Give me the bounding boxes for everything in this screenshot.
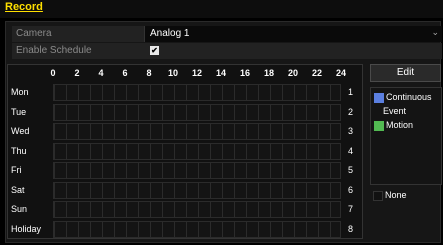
motion-swatch	[374, 121, 384, 131]
day-label: Thu	[11, 145, 27, 156]
day-row: Sun 7	[8, 200, 364, 219]
day-row: Tue 2	[8, 103, 364, 122]
day-label: Wed	[11, 126, 30, 136]
day-number: 6	[348, 184, 354, 195]
day-label: Fri	[11, 165, 22, 175]
day-number: 5	[348, 165, 354, 175]
day-number: 3	[348, 126, 354, 136]
title-bar: Record	[0, 0, 443, 18]
camera-label: Camera	[16, 28, 52, 39]
day-number: 2	[348, 106, 354, 117]
page-title[interactable]: Record	[5, 1, 43, 13]
hour-label: 20	[287, 68, 299, 78]
chevron-down-icon: ⌄	[431, 27, 439, 37]
continuous-swatch	[374, 93, 384, 103]
day-label: Mon	[11, 87, 29, 97]
hour-label: 18	[263, 68, 275, 78]
none-label: None	[385, 190, 407, 200]
day-number: 7	[348, 204, 354, 214]
hour-label: 6	[122, 68, 128, 78]
schedule-grid: 0 2 4 6 8 10 12 14 16 18 20 22 24 Mon 1 Tue 2 Wed 3 Thu 4 Fr…	[7, 64, 363, 239]
day-label: Holiday	[11, 223, 42, 234]
schedule-row: Enable Schedule ✔	[12, 43, 442, 59]
day-schedule-cells[interactable]	[53, 220, 341, 238]
hour-label: 8	[146, 68, 152, 78]
legend: Continuous Event Motion	[370, 87, 442, 185]
camera-row: Camera Analog 1 ⌄	[12, 26, 442, 42]
day-row: Mon 1	[8, 83, 364, 102]
camera-value: Analog 1	[150, 28, 190, 39]
day-row: Holiday 8	[8, 220, 364, 239]
day-schedule-cells[interactable]	[53, 162, 341, 179]
hour-label: 14	[215, 68, 227, 78]
none-swatch	[373, 191, 383, 201]
day-number: 8	[348, 223, 354, 234]
day-schedule-cells[interactable]	[53, 84, 341, 101]
hour-label: 12	[191, 68, 203, 78]
day-schedule-cells[interactable]	[53, 201, 341, 218]
enable-schedule-label: Enable Schedule	[16, 45, 92, 56]
day-row: Fri 5	[8, 161, 364, 180]
day-schedule-cells[interactable]	[53, 123, 341, 140]
hour-header: 0 2 4 6 8 10 12 14 16 18 20 22 24	[8, 65, 364, 83]
day-number: 4	[348, 145, 354, 156]
day-label: Tue	[11, 106, 27, 117]
legend-continuous[interactable]: Continuous	[374, 92, 443, 104]
continuous-label: Continuous	[386, 92, 432, 102]
hour-label: 24	[335, 68, 347, 78]
day-row: Thu 4	[8, 142, 364, 161]
edit-button[interactable]: Edit	[370, 64, 441, 82]
hour-label: 4	[98, 68, 104, 78]
motion-label: Motion	[386, 120, 414, 130]
day-schedule-cells[interactable]	[53, 142, 341, 160]
day-schedule-cells[interactable]	[53, 103, 341, 121]
legend-none[interactable]: None	[373, 190, 443, 202]
day-row: Sat 6	[8, 181, 364, 200]
day-label: Sun	[11, 204, 28, 214]
hour-label: 2	[74, 68, 80, 78]
day-row: Wed 3	[8, 122, 364, 141]
hour-label: 22	[311, 68, 323, 78]
right-panel: Edit Continuous Event Motion None	[370, 64, 442, 239]
day-number: 1	[348, 87, 354, 97]
enable-schedule-checkbox[interactable]: ✔	[150, 46, 159, 55]
hour-label: 0	[50, 68, 56, 78]
hour-label: 16	[239, 68, 251, 78]
event-label: Event	[383, 106, 407, 116]
camera-select[interactable]: Analog 1 ⌄	[144, 26, 442, 42]
legend-motion[interactable]: Motion	[374, 120, 443, 132]
day-schedule-cells[interactable]	[53, 181, 341, 199]
record-panel: Camera Analog 1 ⌄ Enable Schedule ✔ 0246…	[5, 21, 442, 243]
hour-label: 10	[167, 68, 179, 78]
day-label: Sat	[11, 184, 25, 195]
